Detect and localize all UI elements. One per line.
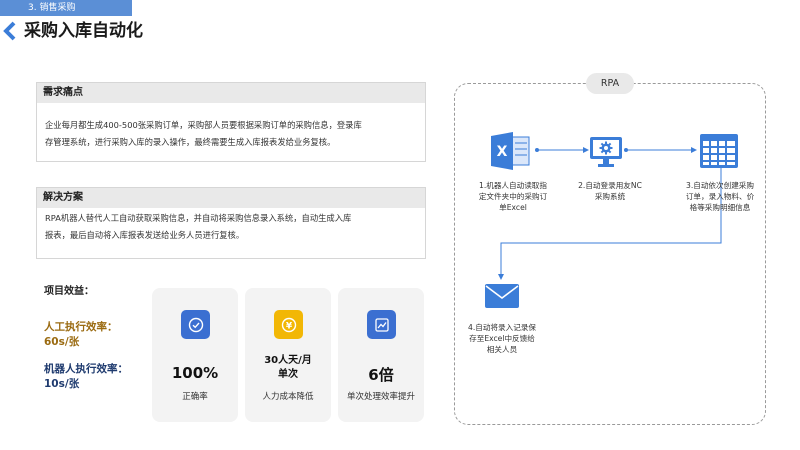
step-label-line: 定文件夹中的采购订 — [478, 192, 548, 201]
step-label-line: 单Excel — [499, 203, 527, 212]
svg-text:X: X — [497, 144, 508, 160]
arrow-head — [498, 274, 504, 280]
step-label-line: 采购系统 — [594, 192, 626, 201]
mail-icon — [485, 284, 519, 308]
step-3-label: 3.自动依次创建采购 订单，录入物料、价 格等采购明细信息 — [674, 180, 766, 213]
connector-dot — [535, 148, 539, 152]
step-1-label: 1.机器人自动读取指 定文件夹中的采购订 单Excel — [471, 180, 555, 213]
step-label-line: 相关人员 — [486, 345, 518, 354]
step-label-line: 格等采购明细信息 — [689, 203, 751, 212]
flow-connectors — [498, 147, 722, 280]
step-2-label: 2.自动登录用友NC 采购系统 — [570, 180, 650, 202]
step-label-line: 2.自动登录用友NC — [578, 181, 642, 190]
step-label-line: 存至Excel中反馈给 — [469, 334, 535, 343]
step-label-line: 订单，录入物料、价 — [685, 192, 755, 201]
excel-icon: X — [491, 132, 530, 170]
step-label-line: 4.自动将录入记录保 — [468, 323, 536, 332]
arrow-head — [691, 147, 697, 153]
spreadsheet-grid-icon — [700, 134, 738, 168]
step-4-label: 4.自动将录入记录保 存至Excel中反馈给 相关人员 — [456, 322, 548, 355]
connector-dot — [624, 148, 628, 152]
step-label-line: 1.机器人自动读取指 — [479, 181, 547, 190]
monitor-gear-icon — [590, 137, 622, 167]
step-label-line: 3.自动依次创建采购 — [686, 181, 754, 190]
